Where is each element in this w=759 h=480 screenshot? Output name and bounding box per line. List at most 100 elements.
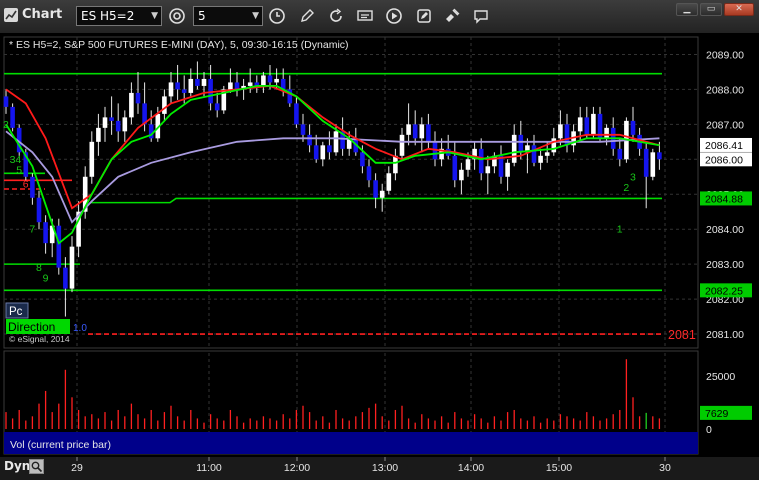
- candle-body: [195, 78, 200, 86]
- candle-body: [459, 169, 464, 181]
- candle-body: [419, 124, 425, 139]
- play-icon: [386, 8, 402, 24]
- time-axis-label: 11:00: [196, 462, 222, 474]
- candle-body: [373, 180, 378, 198]
- symbol-selector[interactable]: ES H5=2 ▼: [76, 6, 162, 26]
- quote-icon: [357, 10, 373, 21]
- edit-icon: [417, 9, 431, 23]
- candle-body: [162, 96, 167, 114]
- price-marker: 2082.25: [705, 285, 743, 297]
- time-axis-label: 30: [659, 462, 671, 474]
- price-panel[interactable]: [3, 36, 699, 349]
- candle-body: [228, 82, 233, 90]
- satellite-button[interactable]: [442, 6, 462, 26]
- dyn-button[interactable]: Dyn: [4, 459, 30, 473]
- clock-button[interactable]: [267, 6, 287, 26]
- candle-body: [505, 162, 510, 177]
- candle-body: [650, 152, 656, 177]
- refresh-button[interactable]: [326, 6, 346, 26]
- count-label: 8: [36, 262, 42, 274]
- count-label: 5: [16, 164, 22, 176]
- zoom-button[interactable]: [29, 459, 44, 474]
- candle-body: [544, 152, 550, 156]
- minimize-button[interactable]: ▁: [676, 3, 698, 16]
- volume-marker: 7629: [705, 408, 729, 420]
- candle-body: [313, 145, 319, 160]
- price-chart[interactable]: 23456789231 2089.002088.002087.002086.00…: [0, 33, 759, 480]
- price-axis-label: 2084.00: [706, 224, 744, 236]
- candle-body: [267, 75, 273, 83]
- count-label: 6: [23, 178, 29, 190]
- candle-body: [518, 134, 524, 153]
- candle-body: [617, 148, 623, 160]
- refresh-icon: [330, 8, 342, 22]
- time-axis-label: 13:00: [372, 462, 398, 474]
- chart-icon: [4, 8, 18, 22]
- candle-body: [247, 82, 253, 86]
- candle-body: [214, 103, 220, 111]
- chart-area[interactable]: 23456789231 2089.002088.002087.002086.00…: [0, 33, 759, 480]
- candle-body: [36, 197, 42, 223]
- candle-body: [307, 134, 312, 146]
- candle-body: [89, 141, 95, 177]
- direction-badge-label: Direction: [8, 320, 55, 334]
- quote-button[interactable]: [355, 6, 375, 26]
- price-axis-label: 2088.00: [706, 84, 744, 96]
- draw-button[interactable]: [297, 6, 317, 26]
- pc-badge-label: Pc: [9, 306, 23, 318]
- candle-body: [294, 103, 299, 125]
- candle-body: [320, 145, 326, 160]
- comment-icon: [474, 10, 488, 24]
- chart-header: * ES H5=2, S&P 500 FUTURES E-MINI (DAY),…: [9, 39, 349, 51]
- price-axis-label: 2083.00: [706, 259, 744, 271]
- candle-body: [511, 134, 517, 163]
- link-icon: [169, 8, 185, 24]
- candle-body: [426, 124, 431, 142]
- candle-body: [56, 225, 62, 268]
- link-button[interactable]: [167, 6, 187, 26]
- candle-body: [109, 117, 114, 121]
- candle-body: [478, 148, 484, 174]
- candle-body: [261, 75, 266, 86]
- count-label: 1: [617, 224, 623, 236]
- search-icon: [31, 461, 43, 473]
- window-titlebar: Chart ES H5=2 ▼ 5 ▼ ▁ ▭ ✕: [0, 0, 759, 34]
- count-label: 7: [29, 224, 35, 236]
- edit-button[interactable]: [414, 6, 434, 26]
- candle-body: [657, 152, 662, 160]
- candle-body: [3, 96, 9, 107]
- clock-icon: [269, 8, 285, 24]
- candle-body: [333, 131, 339, 153]
- chevron-down-icon: ▼: [252, 11, 259, 21]
- candle-body: [399, 134, 405, 156]
- interval-selector[interactable]: 5 ▼: [193, 6, 263, 26]
- candle-body: [630, 120, 636, 135]
- copyright: © eSignal, 2014: [9, 334, 70, 344]
- symbol-value: ES H5=2: [81, 9, 135, 23]
- direction-suffix: 1.0: [73, 323, 87, 334]
- candle-body: [274, 78, 279, 83]
- candle-body: [327, 145, 332, 153]
- close-button[interactable]: ✕: [724, 3, 754, 16]
- candle-body: [452, 155, 458, 181]
- comment-button[interactable]: [471, 6, 491, 26]
- maximize-button[interactable]: ▭: [700, 3, 722, 16]
- chevron-down-icon: ▼: [151, 11, 158, 21]
- interval-value: 5: [198, 9, 206, 23]
- candle-body: [393, 155, 398, 174]
- candle-body: [366, 166, 372, 181]
- candle-body: [551, 138, 557, 153]
- candle-body: [168, 82, 174, 97]
- candle-body: [643, 148, 649, 177]
- price-axis-label: 2081.00: [706, 329, 744, 341]
- play-button[interactable]: [384, 6, 404, 26]
- candle-body: [122, 117, 128, 132]
- candle-body: [135, 92, 141, 104]
- price-marker: 2086.00: [705, 154, 743, 166]
- candle-body: [96, 127, 101, 142]
- candle-body: [30, 176, 35, 198]
- candle-body: [69, 246, 75, 289]
- candle-body: [63, 267, 68, 289]
- candle-body: [43, 222, 48, 244]
- candle-body: [360, 152, 365, 167]
